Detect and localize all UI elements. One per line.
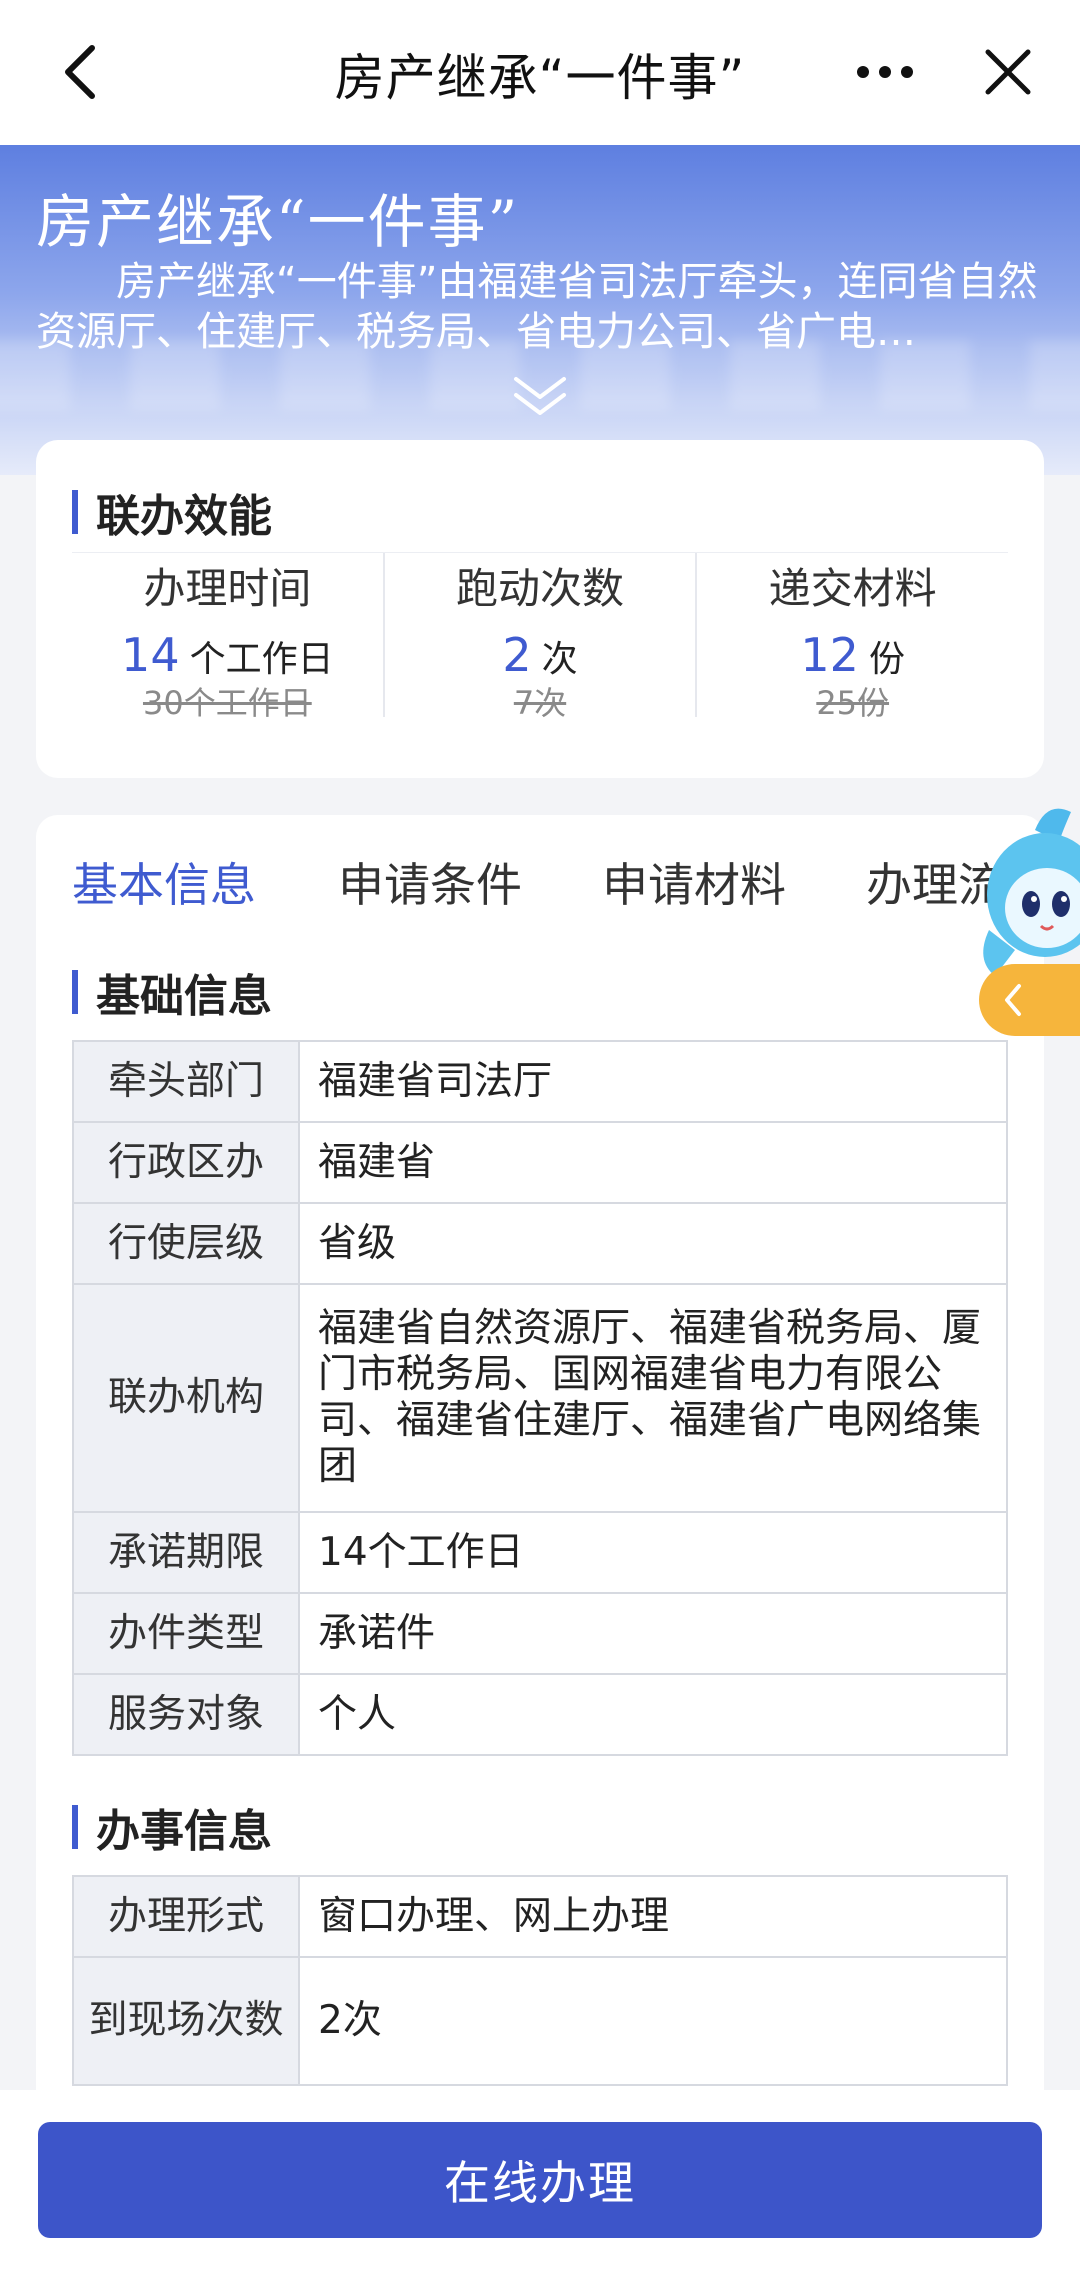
efficiency-value: 2 bbox=[502, 628, 532, 682]
row-key: 办理形式 bbox=[72, 1875, 300, 1958]
close-icon bbox=[985, 49, 1031, 95]
efficiency-card: 联办效能 办理时间 14 个工作日 30个工作日 跑动次数 2次 7次 递交材料 … bbox=[36, 440, 1044, 778]
efficiency-old-value: 7次 bbox=[513, 684, 567, 722]
efficiency-label: 办理时间 bbox=[143, 564, 312, 613]
handling-info-table: 办理形式 窗口办理、网上办理 到现场次数 2次 bbox=[72, 1875, 1008, 2086]
row-value: 14个工作日 bbox=[298, 1511, 1008, 1594]
efficiency-unit: 个工作日 bbox=[189, 639, 334, 680]
row-key: 办件类型 bbox=[72, 1592, 300, 1675]
tab-materials[interactable]: 申请材料 bbox=[602, 849, 786, 915]
row-key: 服务对象 bbox=[72, 1673, 300, 1756]
hero-description: 房产继承“一件事”由福建省司法厅牵头，连同省自然资源厅、住建厅、税务局、省电力公… bbox=[36, 259, 1038, 355]
basic-section-title: 基础信息 bbox=[96, 971, 272, 1022]
efficiency-label: 递交材料 bbox=[768, 564, 937, 613]
row-value: 窗口办理、网上办理 bbox=[298, 1875, 1008, 1958]
tab-bar: 基本信息 申请条件 申请材料 办理流程 bbox=[36, 835, 1044, 935]
row-value: 承诺件 bbox=[298, 1592, 1008, 1675]
bottom-action-bar: 在线办理 bbox=[0, 2090, 1080, 2270]
handling-section-title: 办事信息 bbox=[96, 1806, 272, 1857]
efficiency-section-header: 联办效能 bbox=[72, 480, 272, 544]
efficiency-unit: 次 bbox=[541, 639, 578, 680]
section-marker bbox=[72, 1805, 78, 1849]
efficiency-value: 14 bbox=[121, 628, 180, 682]
table-row: 办件类型 承诺件 bbox=[72, 1592, 1008, 1675]
tab-basic-info[interactable]: 基本信息 bbox=[72, 849, 256, 915]
table-row: 行使层级 省级 bbox=[72, 1202, 1008, 1285]
hero-title: 房产继承“一件事” bbox=[36, 188, 520, 256]
row-value: 个人 bbox=[298, 1673, 1008, 1756]
row-key: 承诺期限 bbox=[72, 1511, 300, 1594]
top-nav-bar: 房产继承“一件事” bbox=[0, 0, 1080, 145]
assistant-mascot-button[interactable] bbox=[975, 800, 1080, 1045]
row-key: 行政区办 bbox=[72, 1121, 300, 1204]
row-value: 省级 bbox=[298, 1202, 1008, 1285]
efficiency-old-value: 25份 bbox=[816, 684, 890, 722]
more-button[interactable] bbox=[845, 32, 925, 112]
row-key: 行使层级 bbox=[72, 1202, 300, 1285]
section-marker bbox=[72, 490, 78, 534]
double-chevron-down-icon bbox=[514, 377, 566, 415]
efficiency-label: 跑动次数 bbox=[456, 564, 625, 613]
efficiency-value-row: 12 份 bbox=[697, 628, 1008, 682]
basic-info-table: 牵头部门 福建省司法厅 行政区办 福建省 行使层级 省级 联办机构 福建省自然资… bbox=[72, 1040, 1008, 1756]
efficiency-old-value: 30个工作日 bbox=[142, 684, 312, 722]
row-value: 2次 bbox=[298, 1956, 1008, 2086]
efficiency-section-title: 联办效能 bbox=[96, 491, 272, 542]
efficiency-item-time: 办理时间 14 个工作日 30个工作日 bbox=[72, 553, 383, 722]
mascot-icon bbox=[979, 808, 1080, 1036]
row-value: 福建省自然资源厅、福建省税务局、厦门市税务局、国网福建省电力有限公司、福建省住建… bbox=[298, 1283, 1008, 1513]
efficiency-grid: 办理时间 14 个工作日 30个工作日 跑动次数 2次 7次 递交材料 12 份 2… bbox=[72, 552, 1008, 722]
more-dots-icon bbox=[857, 66, 913, 78]
row-value: 福建省 bbox=[298, 1121, 1008, 1204]
table-row: 牵头部门 福建省司法厅 bbox=[72, 1040, 1008, 1123]
row-value: 福建省司法厅 bbox=[298, 1040, 1008, 1123]
efficiency-value-row: 2次 bbox=[385, 628, 696, 682]
close-button[interactable] bbox=[968, 32, 1048, 112]
basic-section-header: 基础信息 bbox=[72, 960, 272, 1024]
row-key: 联办机构 bbox=[72, 1283, 300, 1513]
tab-conditions[interactable]: 申请条件 bbox=[338, 849, 522, 915]
table-row: 行政区办 福建省 bbox=[72, 1121, 1008, 1204]
handling-section-header: 办事信息 bbox=[72, 1795, 272, 1859]
table-row: 联办机构 福建省自然资源厅、福建省税务局、厦门市税务局、国网福建省电力有限公司、… bbox=[72, 1283, 1008, 1513]
expand-button[interactable] bbox=[510, 373, 570, 423]
efficiency-value-row: 14 个工作日 bbox=[72, 628, 383, 682]
row-key: 牵头部门 bbox=[72, 1040, 300, 1123]
table-row: 服务对象 个人 bbox=[72, 1673, 1008, 1756]
efficiency-value: 12 bbox=[800, 628, 859, 682]
row-key: 到现场次数 bbox=[72, 1956, 300, 2086]
apply-online-button[interactable]: 在线办理 bbox=[38, 2122, 1042, 2238]
efficiency-item-visits: 跑动次数 2次 7次 bbox=[382, 553, 696, 722]
section-marker bbox=[72, 970, 78, 1014]
hero-banner: 房产继承“一件事” 房产继承“一件事”由福建省司法厅牵头，连同省自然资源厅、住建… bbox=[0, 145, 1080, 475]
detail-card: 基本信息 申请条件 申请材料 办理流程 基础信息 牵头部门 福建省司法厅 行政区… bbox=[36, 815, 1044, 2115]
table-row: 承诺期限 14个工作日 bbox=[72, 1511, 1008, 1594]
table-row: 办理形式 窗口办理、网上办理 bbox=[72, 1875, 1008, 1958]
efficiency-item-materials: 递交材料 12 份 25份 bbox=[695, 553, 1008, 722]
table-row: 到现场次数 2次 bbox=[72, 1956, 1008, 2086]
efficiency-unit: 份 bbox=[868, 639, 905, 680]
